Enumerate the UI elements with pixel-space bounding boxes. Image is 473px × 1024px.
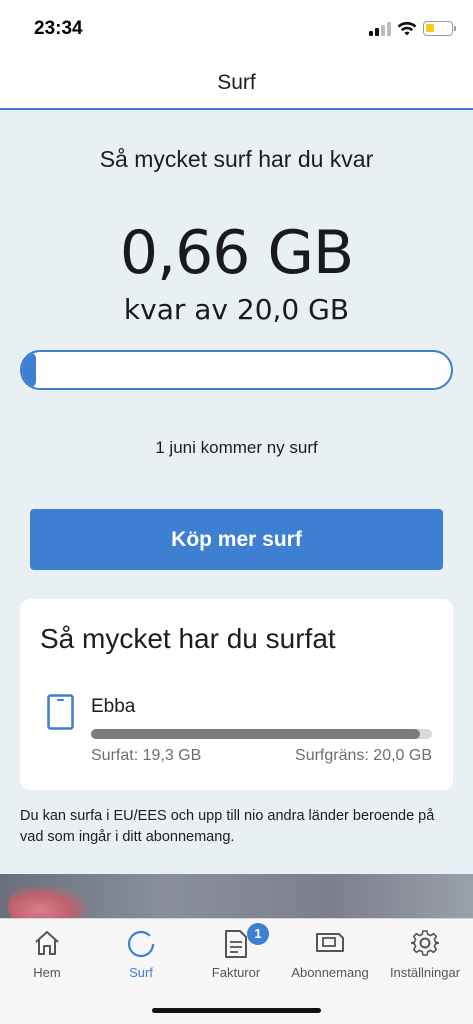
promo-image-shape (8, 886, 88, 920)
tab-label: Surf (129, 965, 153, 980)
battery-level (426, 24, 434, 32)
usage-card: Så mycket har du surfat Ebba Surfat: 19,… (20, 599, 453, 790)
tab-installningar[interactable]: Inställningar (378, 919, 472, 989)
summary-title: Så mycket surf har du kvar (99, 146, 374, 172)
promo-banner-image[interactable] (0, 874, 473, 920)
phone-icon (47, 694, 74, 730)
usage-progress-bar (91, 729, 432, 739)
battery-tip (454, 26, 456, 31)
cellular-signal-icon (369, 22, 393, 36)
buy-more-data-button[interactable]: Köp mer surf (30, 509, 443, 570)
tab-label: Fakturor (211, 965, 261, 980)
tab-label: Hem (33, 965, 61, 980)
status-bar: 23:34 (0, 0, 473, 58)
remaining-data-progress-bar (20, 350, 453, 390)
tab-abonnemang[interactable]: Abonnemang (283, 919, 377, 989)
wifi-icon (397, 21, 417, 36)
tab-label: Inställningar (389, 965, 461, 980)
user-name: Ebba (91, 696, 136, 717)
remaining-of-total: kvar av 20,0 GB (123, 293, 350, 326)
tab-surf[interactable]: Surf (94, 919, 188, 989)
status-time: 23:34 (34, 18, 83, 39)
invoice-icon (225, 930, 247, 958)
page-title: Surf (217, 71, 256, 94)
remaining-data-amount: 0,66 GB (119, 218, 354, 288)
home-icon (35, 931, 59, 955)
usage-progress-fill (91, 729, 421, 739)
gear-icon (411, 930, 439, 956)
battery-icon (423, 21, 453, 36)
tab-fakturor[interactable]: 1 Fakturor (189, 919, 283, 989)
data-limit-label: Surfgräns: 20,0 GB (295, 747, 432, 764)
sim-card-icon (316, 933, 344, 952)
tab-hem[interactable]: Hem (0, 919, 94, 989)
refill-date-note: 1 juni kommer ny surf (155, 438, 318, 457)
usage-card-title: Så mycket har du surfat (40, 623, 336, 654)
invoice-count-badge: 1 (247, 923, 269, 945)
tab-label: Abonnemang (291, 965, 369, 980)
used-amount-label: Surfat: 19,3 GB (91, 747, 202, 764)
eu-roaming-note: Du kan surfa i EU/EES och upp till nio a… (20, 808, 435, 845)
home-indicator (152, 1008, 321, 1013)
surf-ring-icon (127, 930, 155, 958)
remaining-data-progress-fill (22, 352, 37, 388)
nav-header: Surf (0, 58, 473, 110)
